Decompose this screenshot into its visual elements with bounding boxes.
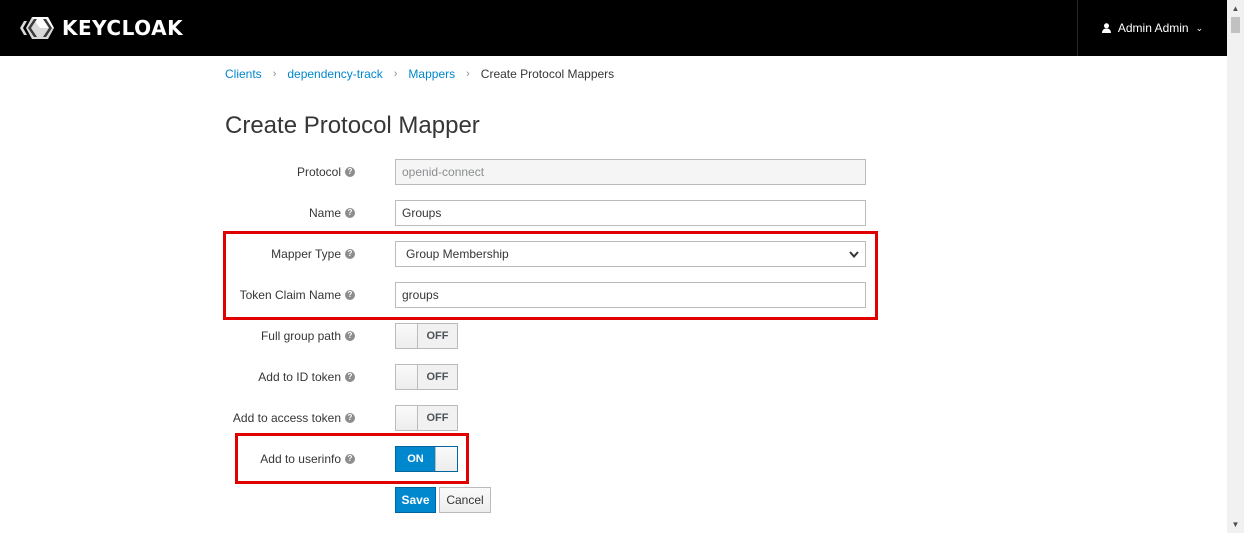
keycloak-logo[interactable]: KEYCLOAK — [20, 15, 183, 41]
name-label-text: Name — [308, 206, 341, 220]
vertical-scrollbar[interactable]: ▲ ▼ — [1227, 0, 1244, 533]
breadcrumb-separator-icon: › — [272, 68, 277, 80]
protocol-label: Protocol ? — [297, 165, 355, 179]
add-to-id-token-toggle[interactable]: OFF — [395, 364, 458, 390]
cancel-button[interactable]: Cancel — [439, 487, 491, 513]
top-navbar: KEYCLOAK Admin Admin ⌄ — [0, 0, 1227, 56]
full-group-path-label-text: Full group path — [260, 329, 341, 343]
toggle-knob — [396, 365, 418, 389]
breadcrumb: Clients › dependency-track › Mappers › C… — [225, 67, 614, 81]
breadcrumb-link-clients[interactable]: Clients — [225, 67, 262, 81]
name-label: Name ? — [309, 206, 355, 220]
highlight-box-mapper-fields — [223, 231, 878, 320]
scroll-thumb[interactable] — [1231, 17, 1240, 33]
chevron-down-icon: ⌄ — [1195, 22, 1204, 33]
full-group-path-label: Full group path ? — [261, 329, 355, 343]
toggle-knob — [396, 406, 418, 430]
save-button[interactable]: Save — [395, 487, 436, 513]
add-to-id-token-label-text: Add to ID token — [258, 370, 341, 384]
help-icon[interactable]: ? — [345, 372, 355, 382]
add-to-access-token-toggle[interactable]: OFF — [395, 405, 458, 431]
name-input[interactable]: Groups — [395, 200, 866, 226]
help-icon[interactable]: ? — [345, 331, 355, 341]
add-to-id-token-label: Add to ID token ? — [258, 370, 355, 384]
breadcrumb-current: Create Protocol Mappers — [480, 67, 615, 81]
scroll-down-arrow-icon[interactable]: ▼ — [1227, 516, 1244, 533]
user-name: Admin Admin — [1117, 21, 1189, 35]
protocol-field: openid-connect — [395, 159, 866, 185]
add-to-access-token-label-text: Add to access token — [232, 411, 341, 425]
help-icon[interactable]: ? — [345, 413, 355, 423]
keycloak-logo-icon — [20, 17, 54, 39]
add-to-access-token-label: Add to access token ? — [233, 411, 355, 425]
scroll-up-arrow-icon[interactable]: ▲ — [1227, 0, 1244, 17]
user-menu[interactable]: Admin Admin ⌄ — [1077, 0, 1227, 56]
breadcrumb-separator-icon: › — [466, 68, 470, 80]
breadcrumb-separator-icon: › — [393, 68, 398, 80]
toggle-state: OFF — [418, 365, 457, 389]
breadcrumb-link-client[interactable]: dependency-track — [287, 67, 382, 81]
page-title: Create Protocol Mapper — [225, 112, 480, 139]
breadcrumb-link-mappers[interactable]: Mappers — [408, 67, 455, 81]
help-icon[interactable]: ? — [345, 208, 355, 218]
full-group-path-toggle[interactable]: OFF — [395, 323, 458, 349]
highlight-box-userinfo — [235, 433, 469, 484]
toggle-state: OFF — [418, 324, 457, 348]
protocol-label-text: Protocol — [296, 165, 341, 179]
toggle-state: OFF — [418, 406, 457, 430]
help-icon[interactable]: ? — [345, 167, 355, 177]
brand-name: KEYCLOAK — [62, 16, 184, 40]
toggle-knob — [396, 324, 418, 348]
user-icon — [1101, 23, 1111, 33]
